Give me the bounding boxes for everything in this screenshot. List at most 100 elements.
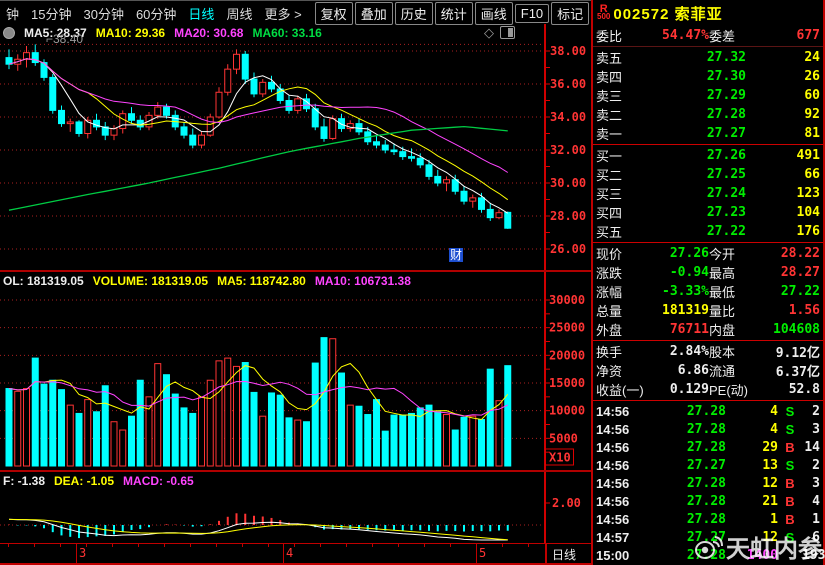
level-label: 卖五: [596, 48, 646, 67]
quote-level-row[interactable]: 买三27.24123: [593, 184, 823, 203]
quote-info-row: 外盘76711内盘104608: [593, 320, 823, 339]
toolbar-button-F10[interactable]: F10: [515, 4, 549, 23]
watermark: 天虹内参: [693, 529, 822, 564]
tick-volume: 4: [726, 422, 778, 437]
quote-level-row[interactable]: 买二27.2566: [593, 165, 823, 184]
info-label: PE(动): [709, 380, 765, 399]
info-label: 最低: [709, 282, 765, 301]
level-price: 27.32: [646, 50, 746, 65]
level-price: 27.23: [646, 205, 746, 220]
svg-text:5000: 5000: [549, 431, 578, 445]
macd-chart[interactable]: 2.00: [0, 472, 591, 543]
quote-level-row[interactable]: 卖一27.2781: [593, 124, 823, 143]
quote-level-row[interactable]: 卖三27.2960: [593, 86, 823, 105]
level-label: 买二: [596, 165, 646, 184]
level-volume: 491: [746, 148, 820, 163]
tick-side: S: [778, 422, 802, 437]
svg-text:25000: 25000: [549, 321, 585, 335]
tick-price: 27.28: [640, 404, 726, 419]
info-value: 27.26: [654, 246, 709, 261]
quote-rows: 委比54.47%委差677卖五27.3224卖四27.3026卖三27.2960…: [593, 26, 823, 401]
month-label-3: 3: [79, 546, 86, 560]
toolbar-button-叠加[interactable]: 叠加: [355, 2, 393, 25]
axis-tick: [528, 544, 529, 547]
axis-tick: [164, 544, 165, 547]
info-label: 外盘: [596, 320, 654, 339]
axis-tick: [502, 544, 503, 547]
quote-level-row[interactable]: 卖五27.3224: [593, 48, 823, 67]
toolbar-button-标记[interactable]: 标记: [551, 2, 589, 25]
r500-badge-icon: R500: [597, 6, 610, 20]
quote-level-row[interactable]: 买五27.22176: [593, 222, 823, 241]
tick-price: 27.28: [640, 512, 726, 527]
period-tab-钟[interactable]: 钟: [0, 4, 25, 23]
period-tab-日线[interactable]: 日线: [182, 4, 220, 23]
quote-level-row[interactable]: 卖二27.2892: [593, 105, 823, 124]
weibo-eye-icon: [693, 534, 723, 560]
info-value: 76711: [654, 322, 709, 337]
axis-tick: [8, 544, 9, 547]
month-label-4: 4: [286, 546, 293, 560]
axis-line: [545, 544, 547, 563]
axis-tick: [34, 544, 35, 547]
level-label: 卖三: [596, 86, 646, 105]
stock-code: 002572: [613, 6, 669, 23]
toolbar-button-历史[interactable]: 历史: [395, 2, 433, 25]
separator: [593, 340, 823, 341]
level-label: 卖一: [596, 124, 646, 143]
axis-tick: [294, 544, 295, 547]
stock-name: 索菲亚: [675, 6, 723, 23]
tick-side: S: [778, 458, 802, 473]
diamond-marker-icon[interactable]: ◇: [484, 26, 494, 39]
info-label: 涨跌: [596, 263, 654, 282]
axis-tick: [216, 544, 217, 547]
info-value: 1.56: [765, 303, 820, 318]
level-volume: 81: [746, 126, 820, 141]
axis-tick: [398, 544, 399, 547]
period-tab-15分钟[interactable]: 15分钟: [25, 4, 77, 23]
period-tab-30分钟[interactable]: 30分钟: [77, 4, 129, 23]
trading-terminal: { "toolbar": { "periods": ["钟", "15分钟", …: [0, 0, 825, 565]
volume-chart[interactable]: 30000250002000015000100005000X10: [0, 272, 591, 470]
tick-time: 14:56: [596, 458, 640, 473]
tick-side: B: [778, 440, 802, 455]
toolbar-button-统计[interactable]: 统计: [435, 2, 473, 25]
info-value: 54.47%: [654, 28, 709, 43]
quote-info-row: 净资6.86流通6.37亿: [593, 361, 823, 380]
period-tab-更多 >[interactable]: 更多 >: [258, 4, 307, 23]
info-value: 677: [765, 28, 820, 43]
info-value: 9.12亿: [765, 342, 820, 361]
period-tab-周线[interactable]: 周线: [220, 4, 258, 23]
tick-row: 14:5627.2821B4: [593, 492, 823, 510]
tick-volume: 21: [726, 494, 778, 509]
info-value: 28.27: [765, 265, 820, 280]
news-marker[interactable]: 财: [449, 248, 463, 262]
svg-text:38.00: 38.00: [550, 44, 586, 58]
axis-tick: [242, 544, 243, 547]
quote-level-row[interactable]: 卖四27.3026: [593, 67, 823, 86]
info-label: 涨幅: [596, 282, 654, 301]
level-price: 27.27: [646, 126, 746, 141]
quote-info-row: 现价27.26今开28.22: [593, 244, 823, 263]
tick-price: 27.28: [640, 494, 726, 509]
quote-level-row[interactable]: 买四27.23104: [593, 203, 823, 222]
toolbar-button-复权[interactable]: 复权: [315, 2, 353, 25]
candlestick-chart[interactable]: 38.0036.0034.0032.0030.0028.0026.00: [0, 24, 591, 270]
panel-layout-icon[interactable]: [500, 26, 515, 39]
tick-row: 14:5627.2812B3: [593, 474, 823, 492]
info-value: -3.33%: [654, 284, 709, 299]
info-value: -0.94: [654, 265, 709, 280]
period-tab-60分钟[interactable]: 60分钟: [130, 4, 182, 23]
info-value: 6.86: [654, 363, 709, 378]
toolbar-button-画线[interactable]: 画线: [475, 2, 513, 25]
info-label: 委比: [596, 26, 654, 45]
tick-time: 14:56: [596, 476, 640, 491]
tick-price: 27.28: [640, 422, 726, 437]
month-gridline: [283, 544, 284, 563]
quote-info-row: 收益(一)0.129PE(动)52.8: [593, 380, 823, 399]
stock-code-name: 002572 索菲亚: [613, 3, 722, 24]
quote-info-row: 换手2.84%股本9.12亿: [593, 342, 823, 361]
toolbar: 钟15分钟30分钟60分钟日线周线更多 >复权叠加历史统计画线F10标记+自选返…: [0, 0, 591, 25]
tick-price: 27.27: [640, 458, 726, 473]
quote-level-row[interactable]: 买一27.26491: [593, 146, 823, 165]
